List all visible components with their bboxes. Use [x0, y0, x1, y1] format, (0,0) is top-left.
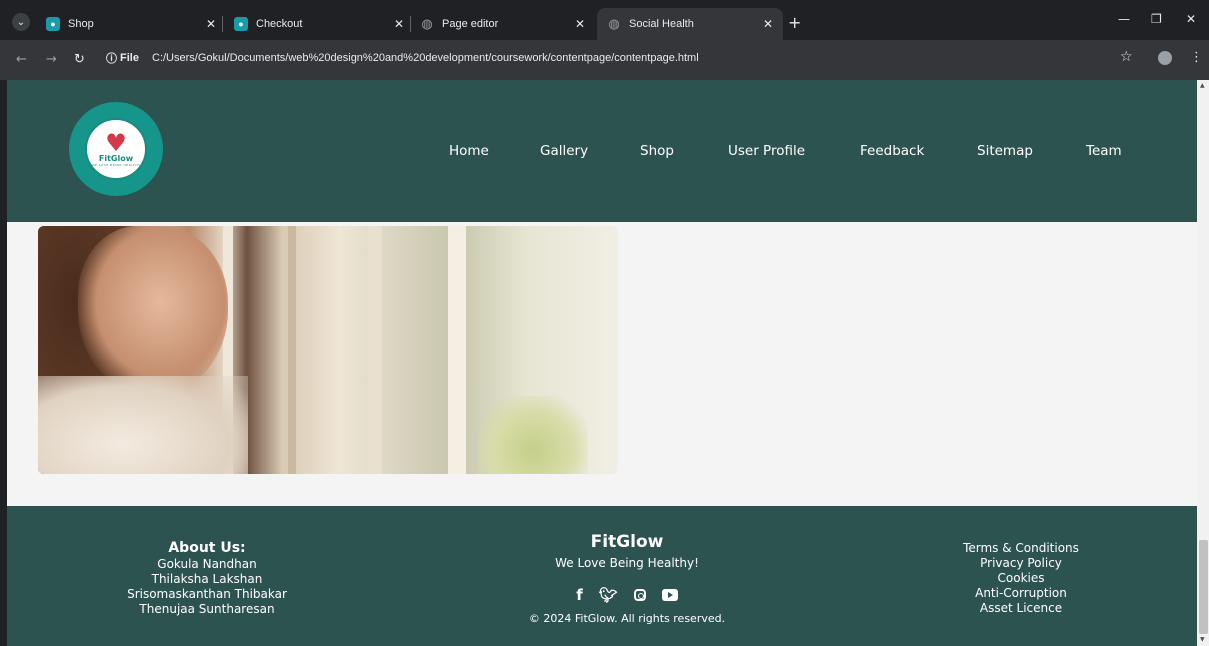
window-frame	[448, 226, 466, 474]
close-window-icon[interactable]: ✕	[1186, 12, 1196, 26]
close-icon[interactable]: ✕	[206, 17, 216, 31]
window-frame	[288, 226, 296, 474]
close-icon[interactable]: ✕	[575, 17, 585, 31]
heart-icon: ♥	[105, 128, 127, 157]
link-asset-licence[interactable]: Asset Licence	[927, 601, 1115, 616]
footer-brand: FitGlow We Love Being Healthy! f 🐦︎ © 20…	[487, 532, 767, 625]
page-viewport: ♥ FitGlow WE LOVE BEING HEALTHY Home Gal…	[7, 80, 1197, 646]
reload-icon[interactable]: ↻	[74, 52, 85, 67]
close-icon[interactable]: ✕	[394, 17, 404, 31]
team-member: Srisomaskanthan Thibakar	[127, 587, 287, 601]
footer-brand-name: FitGlow	[590, 532, 664, 552]
twitter-icon[interactable]: 🐦︎	[599, 586, 618, 604]
team-member: Gokula Nandhan	[157, 557, 257, 571]
facebook-icon[interactable]: f	[576, 586, 583, 604]
nav-sitemap[interactable]: Sitemap	[977, 143, 1033, 159]
tab-title: Checkout	[256, 18, 303, 30]
team-member: Thilaksha Lakshan	[151, 572, 263, 586]
image-plant	[478, 396, 588, 474]
globe-icon: ◍	[421, 16, 433, 31]
scrollbar-thumb[interactable]	[1199, 540, 1208, 634]
about-us-section: About Us: Gokula Nandhan Thilaksha Laksh…	[77, 540, 337, 617]
forward-arrow-icon[interactable]: →	[46, 52, 57, 67]
nav-shop[interactable]: Shop	[640, 143, 674, 159]
content-image-woman-at-window	[38, 226, 618, 474]
minimize-icon[interactable]: —	[1118, 12, 1130, 26]
youtube-icon[interactable]	[661, 589, 678, 601]
address-bar[interactable]: C:/Users/Gokul/Documents/web%20design%20…	[152, 52, 699, 64]
restore-icon[interactable]: ❐	[1151, 12, 1162, 26]
nav-team[interactable]: Team	[1086, 143, 1122, 159]
copyright-text: © 2024 FitGlow. All rights reserved.	[528, 612, 726, 625]
image-sweater	[38, 376, 248, 474]
logo-badge: ♥ FitGlow WE LOVE BEING HEALTHY	[85, 118, 147, 180]
back-arrow-icon[interactable]: ←	[16, 52, 27, 67]
fitglow-logo[interactable]: ♥ FitGlow WE LOVE BEING HEALTHY	[69, 102, 163, 196]
footer-links: Terms & Conditions Privacy Policy Cookie…	[927, 541, 1115, 616]
nav-user-profile[interactable]: User Profile	[728, 143, 805, 159]
nav-feedback[interactable]: Feedback	[860, 143, 924, 159]
browser-tabstrip: ⌄ ● Shop ✕ ● Checkout ✕ ◍ Page editor ✕ …	[0, 0, 1209, 40]
footer-tagline: We Love Being Healthy!	[555, 556, 699, 570]
tab-title: Page editor	[442, 18, 499, 30]
tab-search-chevron-icon[interactable]: ⌄	[12, 13, 30, 31]
link-cookies[interactable]: Cookies	[927, 571, 1115, 586]
globe-icon: ◍	[608, 16, 620, 31]
logo-name: FitGlow	[98, 153, 134, 163]
site-header: ♥ FitGlow WE LOVE BEING HEALTHY Home Gal…	[7, 80, 1197, 222]
fitglow-favicon-icon: ●	[234, 17, 248, 31]
bookmark-star-icon[interactable]: ☆	[1120, 49, 1133, 65]
site-info-chip[interactable]: ⓘ File	[106, 50, 139, 66]
close-icon[interactable]: ✕	[763, 17, 773, 31]
scroll-up-arrow-icon[interactable]: ▲	[1200, 82, 1205, 89]
team-member: Thenujaa Suntharesan	[139, 602, 275, 616]
link-terms[interactable]: Terms & Conditions	[927, 541, 1115, 556]
tab-shop[interactable]: ● Shop ✕	[36, 8, 226, 40]
tab-title: Social Health	[629, 18, 694, 30]
tab-checkout[interactable]: ● Checkout ✕	[224, 8, 414, 40]
new-tab-plus-icon[interactable]: +	[788, 13, 801, 32]
tab-divider	[222, 16, 223, 32]
about-us-title: About Us:	[168, 540, 246, 556]
instagram-icon[interactable]	[633, 589, 646, 601]
logo-tagline: WE LOVE BEING HEALTHY	[91, 162, 141, 167]
tab-social-health[interactable]: ◍ Social Health ✕	[597, 8, 783, 40]
window-frame	[368, 226, 382, 474]
browser-menu-icon[interactable]: ⋮	[1190, 50, 1203, 65]
info-circle-icon: ⓘ	[106, 53, 117, 65]
nav-gallery[interactable]: Gallery	[540, 143, 588, 159]
fitglow-favicon-icon: ●	[46, 17, 60, 31]
link-anti-corruption[interactable]: Anti-Corruption	[927, 586, 1115, 601]
nav-home[interactable]: Home	[449, 143, 489, 159]
tab-page-editor[interactable]: ◍ Page editor ✕	[410, 8, 595, 40]
social-links: f 🐦︎	[487, 584, 767, 606]
file-chip-label: File	[120, 52, 139, 64]
image-face	[78, 226, 228, 396]
profile-avatar-icon[interactable]	[1158, 51, 1172, 65]
scroll-down-arrow-icon[interactable]: ▼	[1200, 636, 1205, 643]
tab-title: Shop	[68, 18, 94, 30]
link-privacy[interactable]: Privacy Policy	[927, 556, 1115, 571]
site-footer: About Us: Gokula Nandhan Thilaksha Laksh…	[7, 506, 1197, 646]
